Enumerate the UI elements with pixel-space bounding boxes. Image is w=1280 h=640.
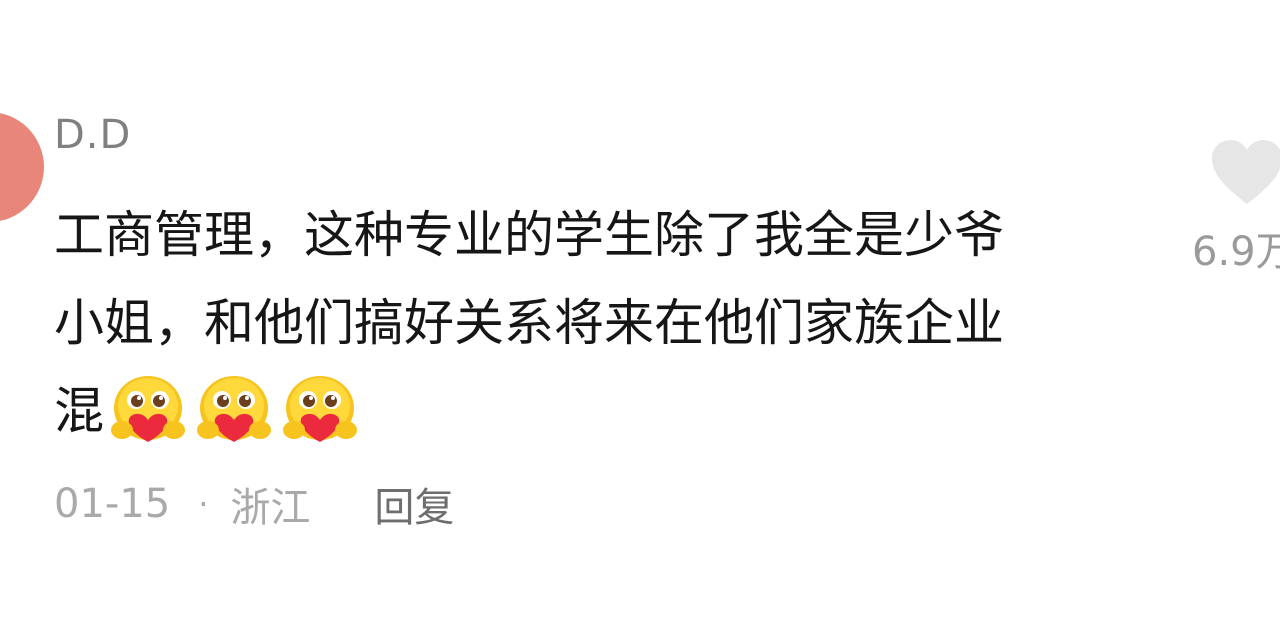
comment-screen: D.D 工商管理，这种专业的学生除了我全是少爷 小姐，和他们搞好关系将来在他们家… <box>0 0 1280 640</box>
hug-heart-emoji-icon <box>197 376 271 442</box>
comment-text-line-3: 混 <box>54 382 104 440</box>
comment-text-line-3-wrapper: 混 <box>54 367 1154 455</box>
comment-meta: 01-15 · 浙江 回复 <box>54 474 454 534</box>
meta-separator: · <box>198 485 209 523</box>
comment-body: 工商管理，这种专业的学生除了我全是少爷 小姐，和他们搞好关系将来在他们家族企业 … <box>54 191 1154 455</box>
hug-heart-emoji-icon <box>283 376 357 442</box>
comment-text-line-1: 工商管理，这种专业的学生除了我全是少爷 <box>54 206 1004 264</box>
like-count: 6.9万 <box>1192 229 1280 275</box>
comment-text-line-2: 小姐，和他们搞好关系将来在他们家族企业 <box>54 294 1004 352</box>
heart-icon[interactable] <box>1210 138 1280 208</box>
avatar[interactable] <box>0 112 44 222</box>
reply-button[interactable]: 回复 <box>374 475 454 533</box>
comment-date: 01-15 <box>54 481 171 527</box>
comment-username[interactable]: D.D <box>54 110 131 160</box>
comment-location: 浙江 <box>230 485 311 531</box>
hug-heart-emoji-icon <box>111 376 185 442</box>
like-area: 6.9万 <box>1192 138 1280 274</box>
